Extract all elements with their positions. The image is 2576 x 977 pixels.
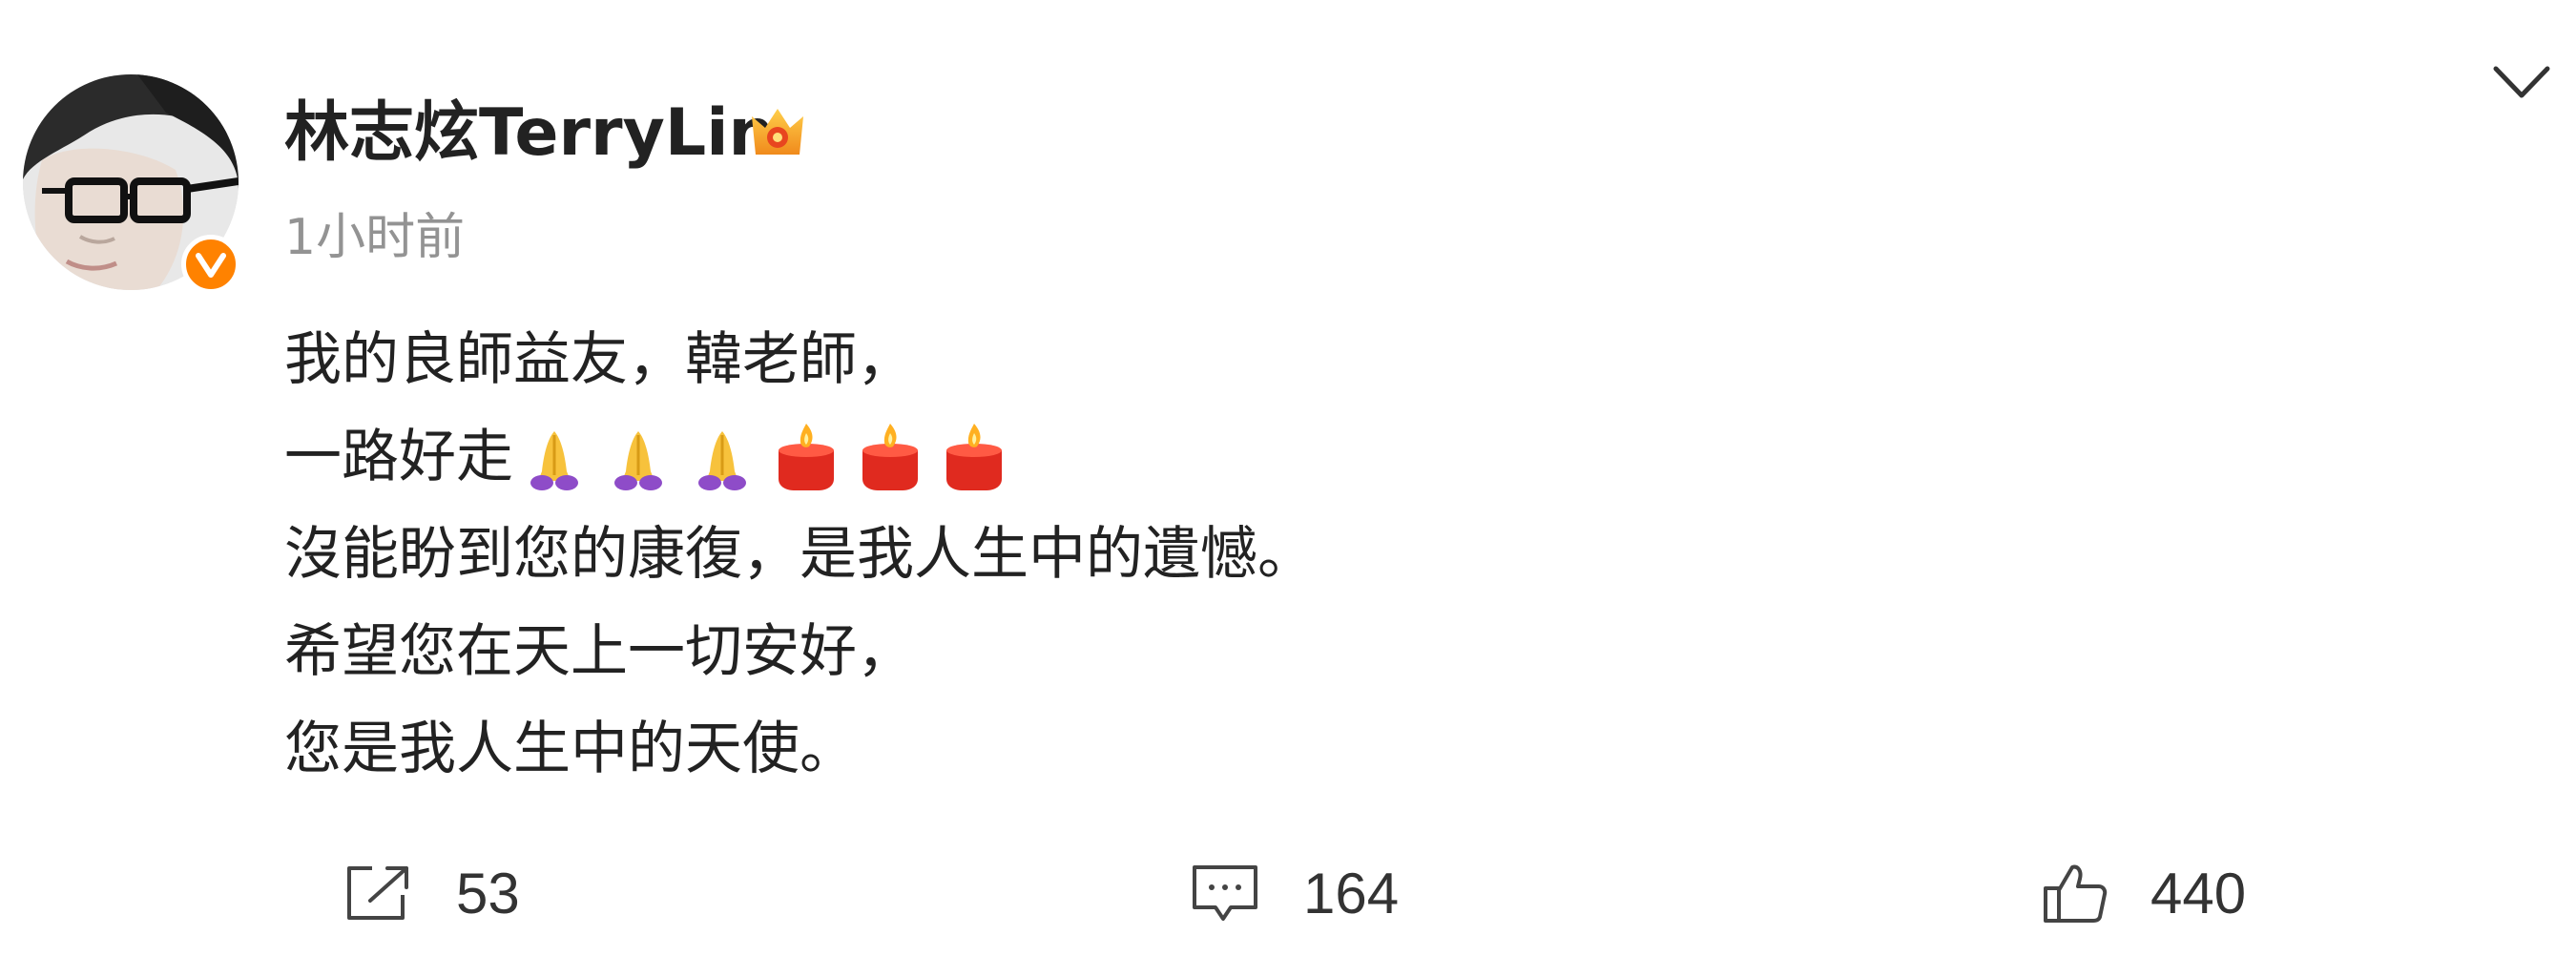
repost-button[interactable]: 53 bbox=[343, 847, 520, 939]
post-timestamp[interactable]: 1小时前 bbox=[284, 204, 465, 271]
post-line-text: 您是我人生中的天使。 bbox=[284, 716, 857, 782]
verified-v-icon bbox=[181, 235, 240, 294]
pray-icon bbox=[698, 431, 746, 490]
repost-icon bbox=[347, 866, 408, 920]
post-line-text: 我的良師益友，韓老師， bbox=[284, 326, 914, 393]
like-button[interactable]: 440 bbox=[2042, 847, 2246, 939]
candle-icon bbox=[862, 424, 918, 490]
post-content: 我的良師益友，韓老師， 一路好走 沒能盼到您的康復，是我人生中的遺憾。 希望您在… bbox=[284, 311, 2383, 798]
post-line-text: 沒能盼到您的康復，是我人生中的遺憾。 bbox=[284, 521, 1315, 588]
vip-crown-icon[interactable] bbox=[746, 103, 809, 166]
chevron-down-icon[interactable] bbox=[2488, 59, 2555, 107]
thumbs-up-icon bbox=[2044, 864, 2108, 923]
candle-icon bbox=[779, 424, 834, 490]
post-line: 我的良師益友，韓老師， bbox=[284, 311, 2383, 408]
emoji-group bbox=[519, 422, 1009, 492]
post-line-text: 希望您在天上一切安好， bbox=[284, 618, 914, 685]
comment-button[interactable]: 164 bbox=[1189, 847, 1399, 939]
pray-icon bbox=[530, 431, 578, 490]
post-line: 希望您在天上一切安好， bbox=[284, 603, 2383, 700]
post-line-text: 一路好走 bbox=[284, 424, 513, 490]
author-name[interactable]: 林志炫TerryLin bbox=[284, 88, 775, 179]
comment-count: 164 bbox=[1303, 861, 1400, 925]
weibo-post-card: 林志炫TerryLin 1小时前 我的良師益友，韓老師， 一路好走 沒能盼到您的… bbox=[0, 0, 2576, 977]
candle-icon bbox=[946, 424, 1002, 490]
repost-count: 53 bbox=[456, 861, 520, 925]
action-bar: 53 164 440 bbox=[0, 847, 2576, 939]
post-line: 沒能盼到您的康復，是我人生中的遺憾。 bbox=[284, 506, 2383, 603]
like-count: 440 bbox=[2150, 861, 2247, 925]
post-line: 您是我人生中的天使。 bbox=[284, 700, 2383, 798]
post-line: 一路好走 bbox=[284, 408, 2383, 506]
pray-icon bbox=[614, 431, 662, 490]
comment-icon bbox=[1193, 865, 1257, 921]
